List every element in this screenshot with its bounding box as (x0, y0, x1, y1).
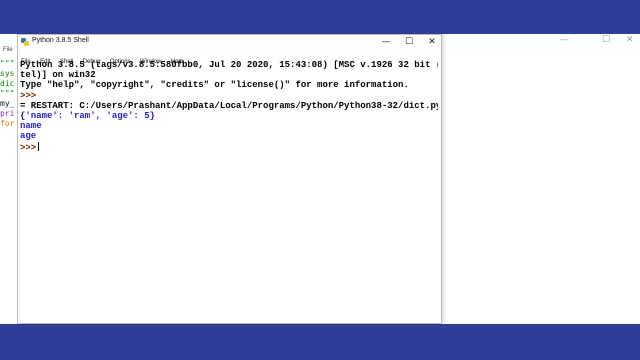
code-fragment: for (0, 119, 15, 128)
code-fragment: """ (0, 59, 15, 68)
banner-line-3: Type "help", "copyright", "credits" or "… (20, 80, 409, 91)
code-fragment: """ (0, 89, 15, 98)
menu-bar: File Edit Shell Debug Options Window Hel… (18, 50, 441, 65)
python-shell-window[interactable]: Python 3.8.5 Shell — ☐ ✕ File Edit Shell… (17, 34, 442, 324)
shell-prompt: >>> (20, 90, 37, 101)
desktop-background-bottom (0, 326, 640, 360)
desktop-background-top (0, 0, 640, 34)
minimize-button[interactable]: — (375, 35, 397, 49)
code-fragment: sys (0, 69, 15, 78)
restart-line: = RESTART: C:/Users/Prashant/AppData/Loc… (20, 100, 438, 111)
shell-console[interactable]: Python 3.8.5 (tags/v3.8.5:580fbb0, Jul 2… (20, 60, 438, 152)
window-title: Python 3.8.5 Shell (32, 37, 89, 44)
text-cursor (38, 141, 40, 151)
input-line[interactable]: >>> (20, 141, 438, 152)
background-maximize-icon[interactable]: ☐ (602, 35, 610, 45)
final-prompt: >>> (20, 142, 37, 152)
code-fragment: dic (0, 79, 15, 88)
code-fragment: pri (0, 109, 15, 118)
close-button[interactable]: ✕ (421, 35, 443, 49)
shell-titlebar[interactable]: Python 3.8.5 Shell — ☐ ✕ (18, 35, 441, 49)
background-editor-menu-file[interactable]: File (0, 47, 13, 53)
python-logo-icon (21, 38, 29, 46)
output-key-name: name (20, 121, 42, 132)
maximize-button[interactable]: ☐ (398, 35, 420, 49)
background-close-icon[interactable]: ✕ (626, 35, 634, 45)
background-editor-code[interactable]: """ sys dic """ my_ pri for (0, 59, 18, 129)
code-fragment: my_ (0, 99, 15, 108)
output-dict: {'name': 'ram', 'age': 5} (20, 110, 156, 121)
background-minimize-icon[interactable]: — (560, 35, 569, 45)
banner-line-1: Python 3.8.5 (tags/v3.8.5:580fbb0, Jul 2… (20, 60, 438, 70)
banner-line-2: tel)] on win32 (20, 70, 96, 81)
output-key-age: age (20, 131, 37, 142)
background-editor-titlebar[interactable]: — ☐ ✕ (442, 34, 640, 47)
